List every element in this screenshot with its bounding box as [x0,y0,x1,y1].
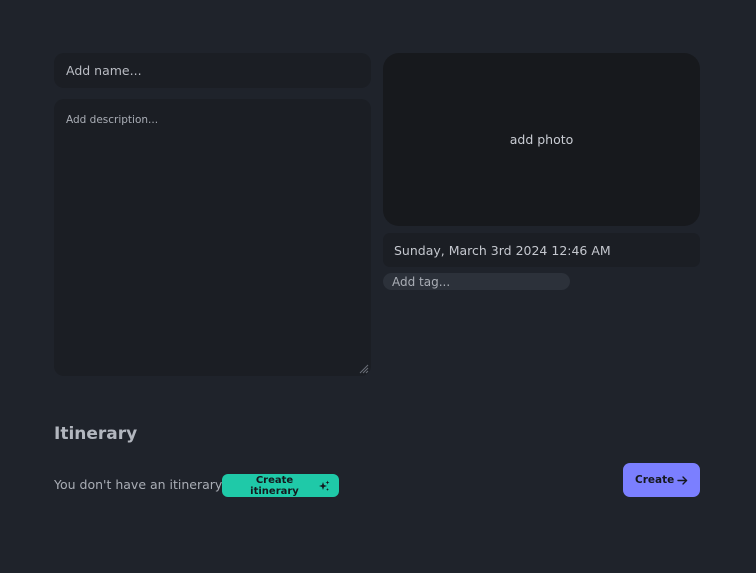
arrow-right-icon [677,475,688,486]
add-photo-button[interactable]: add photo [383,53,700,226]
resize-grip-icon[interactable] [359,364,369,374]
itinerary-heading: Itinerary [54,424,138,444]
tag-input[interactable] [383,273,570,290]
create-itinerary-button[interactable]: Create itinerary [222,474,339,497]
name-input[interactable] [54,53,371,88]
sparkles-icon [318,480,330,492]
create-button[interactable]: Create [623,463,700,497]
create-button-label: Create [635,474,675,486]
add-photo-label: add photo [509,132,574,147]
create-itinerary-label: Create itinerary [250,474,299,497]
itinerary-empty-message: You don't have an itinerary yet. [54,477,251,492]
date-time-field[interactable]: Sunday, March 3rd 2024 12:46 AM [383,233,700,267]
create-event-page: add photo Sunday, March 3rd 2024 12:46 A… [0,0,756,573]
description-textarea[interactable] [54,99,371,376]
description-container [54,99,371,376]
date-time-text: Sunday, March 3rd 2024 12:46 AM [394,242,611,258]
